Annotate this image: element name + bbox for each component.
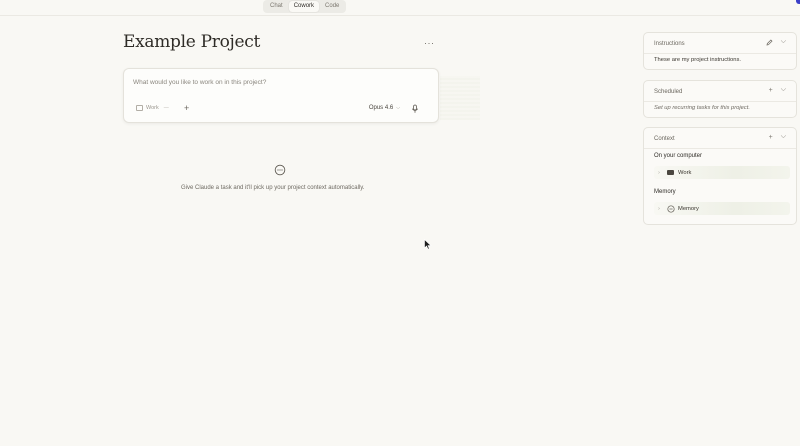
context-folder-label: Work [678,169,692,176]
scheduled-hint: Set up recurring tasks for this project. [654,105,751,111]
model-selector[interactable]: Opus 4.6 ⌵ [369,105,400,111]
top-bar: Chat Cowork Code [0,0,800,16]
chevron-down-icon: — [163,105,169,111]
scheduled-title: Scheduled [654,89,683,95]
microphone-icon[interactable] [410,104,420,114]
scheduled-panel: Scheduled + ⌵ Set up recurring tasks for… [643,80,797,118]
more-options-button[interactable]: ··· [424,38,435,48]
context-memory-label: Memory [678,205,699,212]
folder-icon [667,170,674,175]
tab-cowork[interactable]: Cowork [288,1,320,12]
memory-label: Memory [654,189,676,195]
pencil-icon[interactable] [766,39,773,46]
composer-toolbar: Work — + Opus 4.6 ⌵ [136,103,428,115]
instructions-panel: Instructions ⌵ These are my project inst… [643,32,797,70]
chat-bubble-icon [274,164,286,176]
tab-code[interactable]: Code [320,1,344,12]
folder-selector-label: Work [146,105,159,111]
chevron-down-icon: ⌵ [396,105,400,111]
context-folder-work[interactable]: › Work [654,166,790,179]
memory-icon [667,204,675,213]
chevron-right-icon[interactable]: › [654,206,664,212]
instructions-title: Instructions [654,41,685,47]
task-input[interactable]: What would you like to work on in this p… [133,79,266,86]
mode-switcher: Chat Cowork Code [263,0,347,13]
folder-icon [136,105,143,111]
folder-selector[interactable]: Work — [136,105,169,111]
on-your-computer-label: On your computer [654,153,703,159]
plus-icon[interactable]: + [769,87,773,94]
chevron-down-icon[interactable]: ⌵ [781,133,786,141]
plus-icon[interactable]: + [769,134,773,141]
context-title: Context [654,136,675,142]
chevron-down-icon[interactable]: ⌵ [781,86,786,94]
window-corner-indicator [796,0,800,4]
tab-chat[interactable]: Chat [265,1,288,12]
cursor-icon [424,239,432,250]
chevron-down-icon[interactable]: ⌵ [781,38,786,46]
composer-shadow-decoration [440,76,480,120]
task-composer: What would you like to work on in this p… [123,68,439,123]
chevron-right-icon[interactable]: › [654,170,664,176]
context-panel: Context + ⌵ On your computer › Work Memo… [643,127,797,225]
context-memory[interactable]: › Memory [654,202,790,215]
empty-state-message: Give Claude a task and it'll pick up you… [181,185,365,191]
model-selector-label: Opus 4.6 [368,105,394,111]
add-attachment-button[interactable]: + [184,103,189,113]
page-title: Example Project [123,32,261,52]
instructions-text[interactable]: These are my project instructions. [654,57,741,63]
